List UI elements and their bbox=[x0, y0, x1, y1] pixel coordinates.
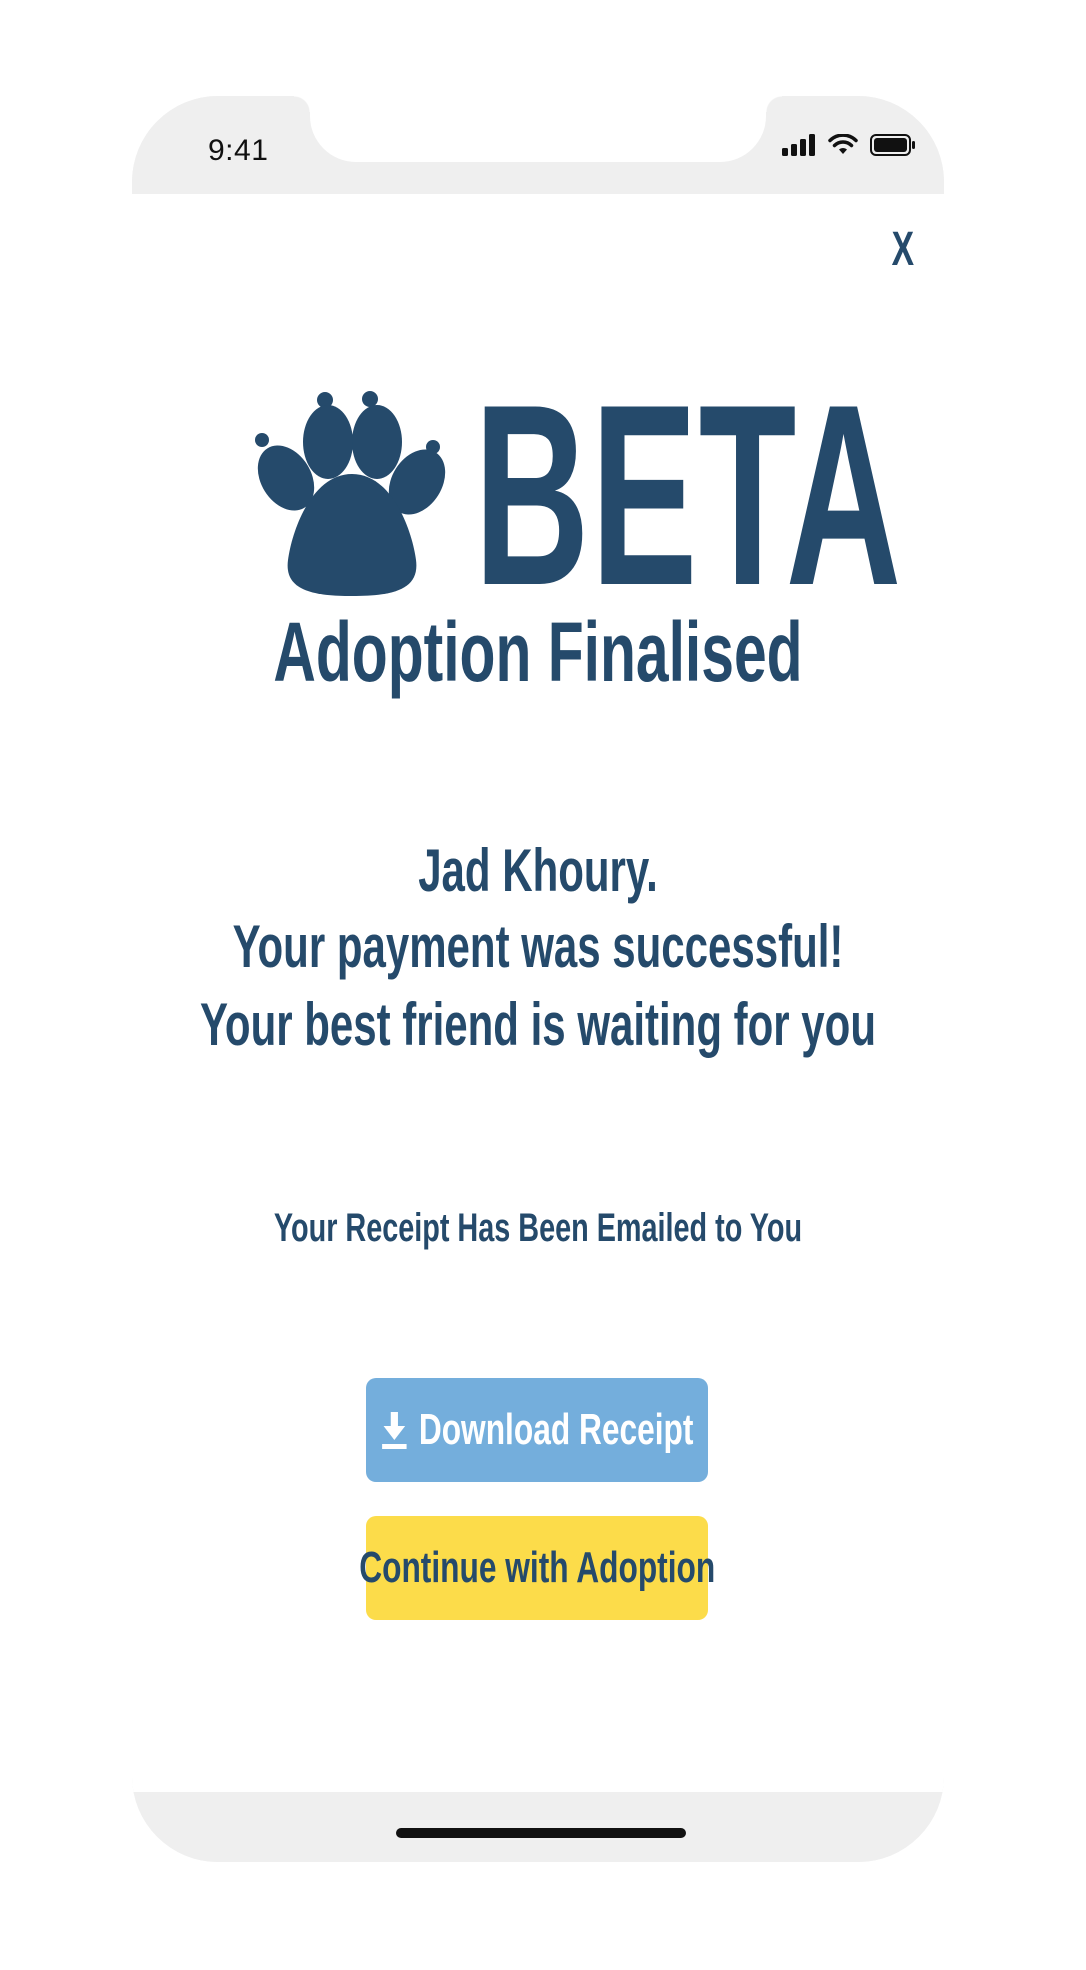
message-payment-status: Your payment was successful! bbox=[232, 913, 844, 980]
cellular-signal-icon bbox=[782, 134, 815, 156]
page-title: Adoption Finalised bbox=[273, 605, 803, 699]
continue-adoption-button[interactable]: Continue with Adoption bbox=[359, 1516, 715, 1620]
notch bbox=[294, 96, 782, 162]
download-receipt-label: Download Receipt bbox=[419, 1405, 694, 1454]
wifi-icon bbox=[828, 134, 858, 154]
download-icon bbox=[382, 1412, 407, 1449]
message-name: Jad Khoury. bbox=[418, 837, 658, 904]
brand-name: BETA bbox=[474, 350, 903, 639]
download-receipt-button[interactable]: Download Receipt bbox=[366, 1378, 708, 1482]
status-bar: 9:41 bbox=[132, 96, 944, 194]
battery-icon bbox=[870, 134, 915, 156]
message-waiting: Your best friend is waiting for you bbox=[200, 991, 876, 1058]
home-indicator-area bbox=[132, 1792, 944, 1862]
status-time: 9:41 bbox=[208, 134, 269, 167]
close-button[interactable]: X bbox=[892, 226, 914, 274]
phone-frame: 9:41 X BETA Adoption Finalised Jad Khour… bbox=[132, 96, 944, 1862]
continue-adoption-label: Continue with Adoption bbox=[358, 1543, 716, 1592]
beta-logo: BETA bbox=[242, 366, 901, 624]
home-indicator[interactable] bbox=[396, 1828, 686, 1838]
continue-adoption-content: Continue with Adoption bbox=[359, 1543, 715, 1593]
paw-icon bbox=[255, 391, 446, 596]
receipt-email-note: Your Receipt Has Been Emailed to You bbox=[273, 1206, 803, 1250]
download-receipt-content: Download Receipt bbox=[380, 1405, 694, 1455]
adoption-confirmation-screen: X BETA Adoption Finalised Jad Khoury. Yo… bbox=[132, 194, 944, 1792]
status-icons bbox=[782, 134, 916, 156]
